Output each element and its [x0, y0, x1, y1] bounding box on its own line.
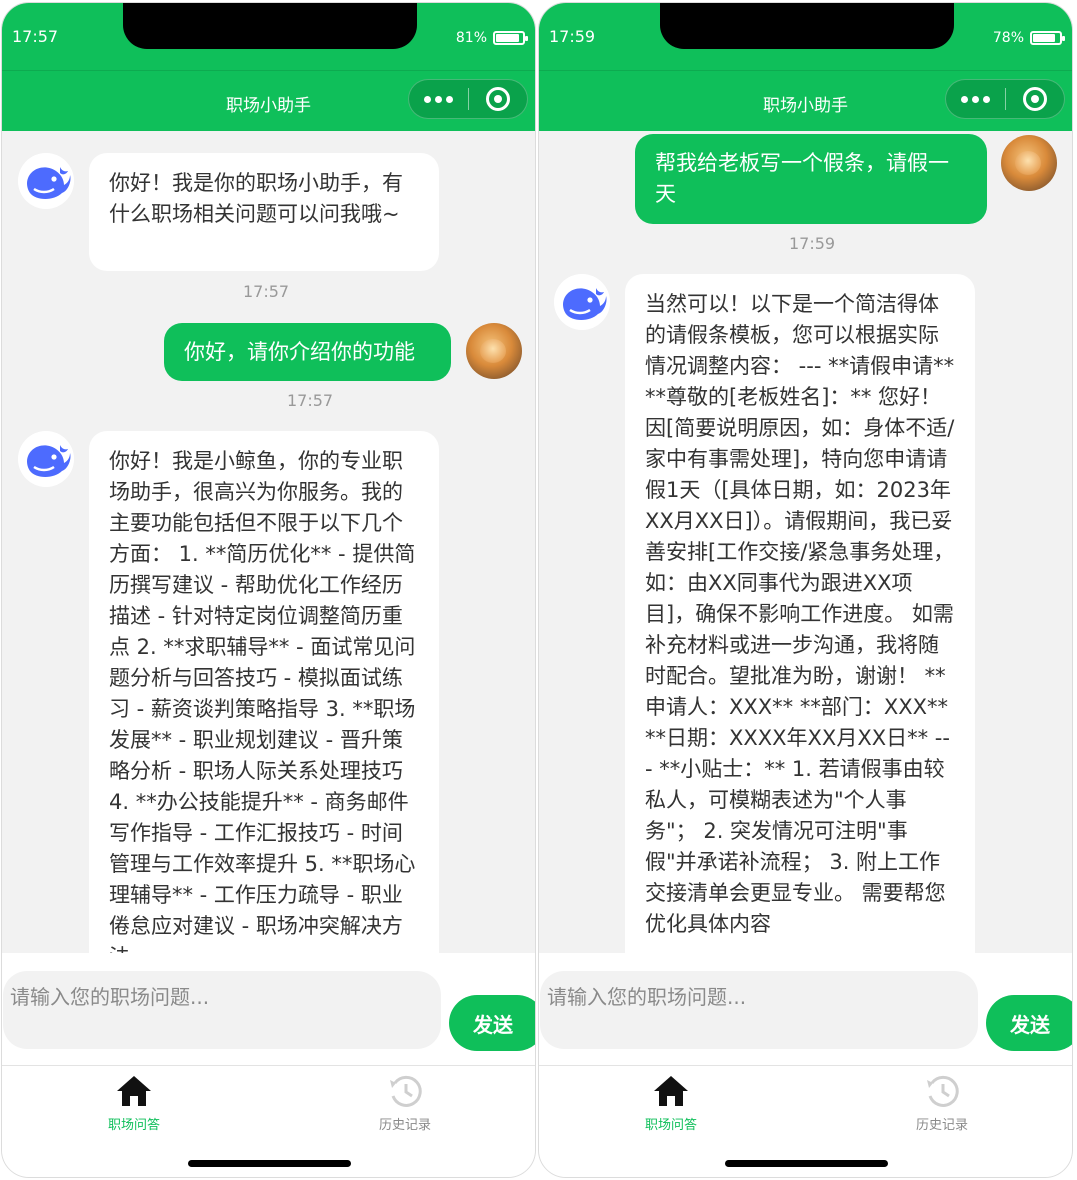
- status-battery: 78%: [992, 30, 1065, 46]
- mini-program-capsule: [408, 79, 528, 119]
- tab-label: 历史记录: [378, 1118, 431, 1133]
- camera-notch: [660, 3, 954, 49]
- assistant-message: 你好！我是你的职场小助手，有什么职场相关问题可以问我哦~: [89, 153, 439, 271]
- target-circle-icon[interactable]: [1006, 80, 1064, 118]
- send-button[interactable]: 发送: [986, 995, 1072, 1051]
- tab-label: 历史记录: [915, 1118, 968, 1133]
- tab-history[interactable]: 历史记录: [335, 1074, 475, 1133]
- assistant-message: 你好！我是小鲸鱼，你的专业职场助手，很高兴为你服务。我的主要功能包括但不限于以下…: [89, 431, 439, 953]
- tab-label: 职场问答: [644, 1118, 697, 1133]
- battery-icon: [493, 31, 528, 45]
- phone-screen-right: 17:59 78% 职场小助手 帮我给老板写一个假条，请假一天 17:59 当然…: [538, 2, 1073, 1178]
- top-bar: 17:57 81% 职场小助手: [2, 3, 535, 131]
- status-time: 17:59: [549, 27, 596, 46]
- history-icon: [390, 1075, 422, 1107]
- user-message: 帮我给老板写一个假条，请假一天: [635, 134, 987, 224]
- battery-percent: 81%: [455, 30, 487, 46]
- tab-history[interactable]: 历史记录: [872, 1074, 1012, 1133]
- tab-qa[interactable]: 职场问答: [601, 1074, 741, 1133]
- chat-area[interactable]: 帮我给老板写一个假条，请假一天 17:59 当然可以！以下是一个简洁得体的请假条…: [539, 131, 1072, 953]
- top-bar: 17:59 78% 职场小助手: [539, 3, 1072, 131]
- question-input-box[interactable]: [3, 971, 441, 1049]
- tab-bar: 职场问答 历史记录: [2, 1066, 535, 1177]
- message-time: 17:57: [243, 282, 290, 301]
- input-bar: 发送: [2, 953, 535, 1066]
- question-input[interactable]: [3, 971, 441, 1023]
- send-button[interactable]: 发送: [449, 995, 535, 1051]
- user-message: 你好，请你介绍你的功能: [164, 323, 451, 381]
- phone-screen-left: 17:57 81% 职场小助手 你好！我是你的职场小助手，有什么职场相关问题可以…: [1, 2, 536, 1178]
- tab-label: 职场问答: [107, 1118, 160, 1133]
- camera-notch: [123, 3, 417, 49]
- assistant-whale-avatar-icon: [18, 153, 74, 209]
- chat-area[interactable]: 你好！我是你的职场小助手，有什么职场相关问题可以问我哦~ 17:57 你好，请你…: [2, 131, 535, 953]
- battery-icon: [1030, 31, 1065, 45]
- message-time: 17:59: [789, 234, 836, 253]
- status-battery: 81%: [455, 30, 528, 46]
- question-input[interactable]: [540, 971, 978, 1023]
- input-bar: 发送: [539, 953, 1072, 1066]
- user-cat-avatar: [466, 323, 522, 379]
- history-icon: [927, 1075, 959, 1107]
- more-dots-icon[interactable]: [409, 80, 468, 118]
- tab-qa[interactable]: 职场问答: [64, 1074, 204, 1133]
- mini-program-capsule: [945, 79, 1065, 119]
- user-cat-avatar: [1001, 135, 1057, 191]
- assistant-message: 当然可以！以下是一个简洁得体的请假条模板，您可以根据实际情况调整内容： --- …: [625, 274, 975, 953]
- assistant-whale-avatar-icon: [554, 274, 610, 330]
- question-input-box[interactable]: [540, 971, 978, 1049]
- home-indicator: [188, 1160, 351, 1167]
- home-indicator: [725, 1160, 888, 1167]
- assistant-whale-avatar-icon: [18, 431, 74, 487]
- message-time: 17:57: [287, 391, 334, 410]
- status-time: 17:57: [12, 27, 59, 46]
- tab-bar: 职场问答 历史记录: [539, 1066, 1072, 1177]
- more-dots-icon[interactable]: [946, 80, 1005, 118]
- target-circle-icon[interactable]: [469, 80, 527, 118]
- battery-percent: 78%: [992, 30, 1024, 46]
- home-icon: [117, 1076, 151, 1106]
- home-icon: [654, 1076, 688, 1106]
